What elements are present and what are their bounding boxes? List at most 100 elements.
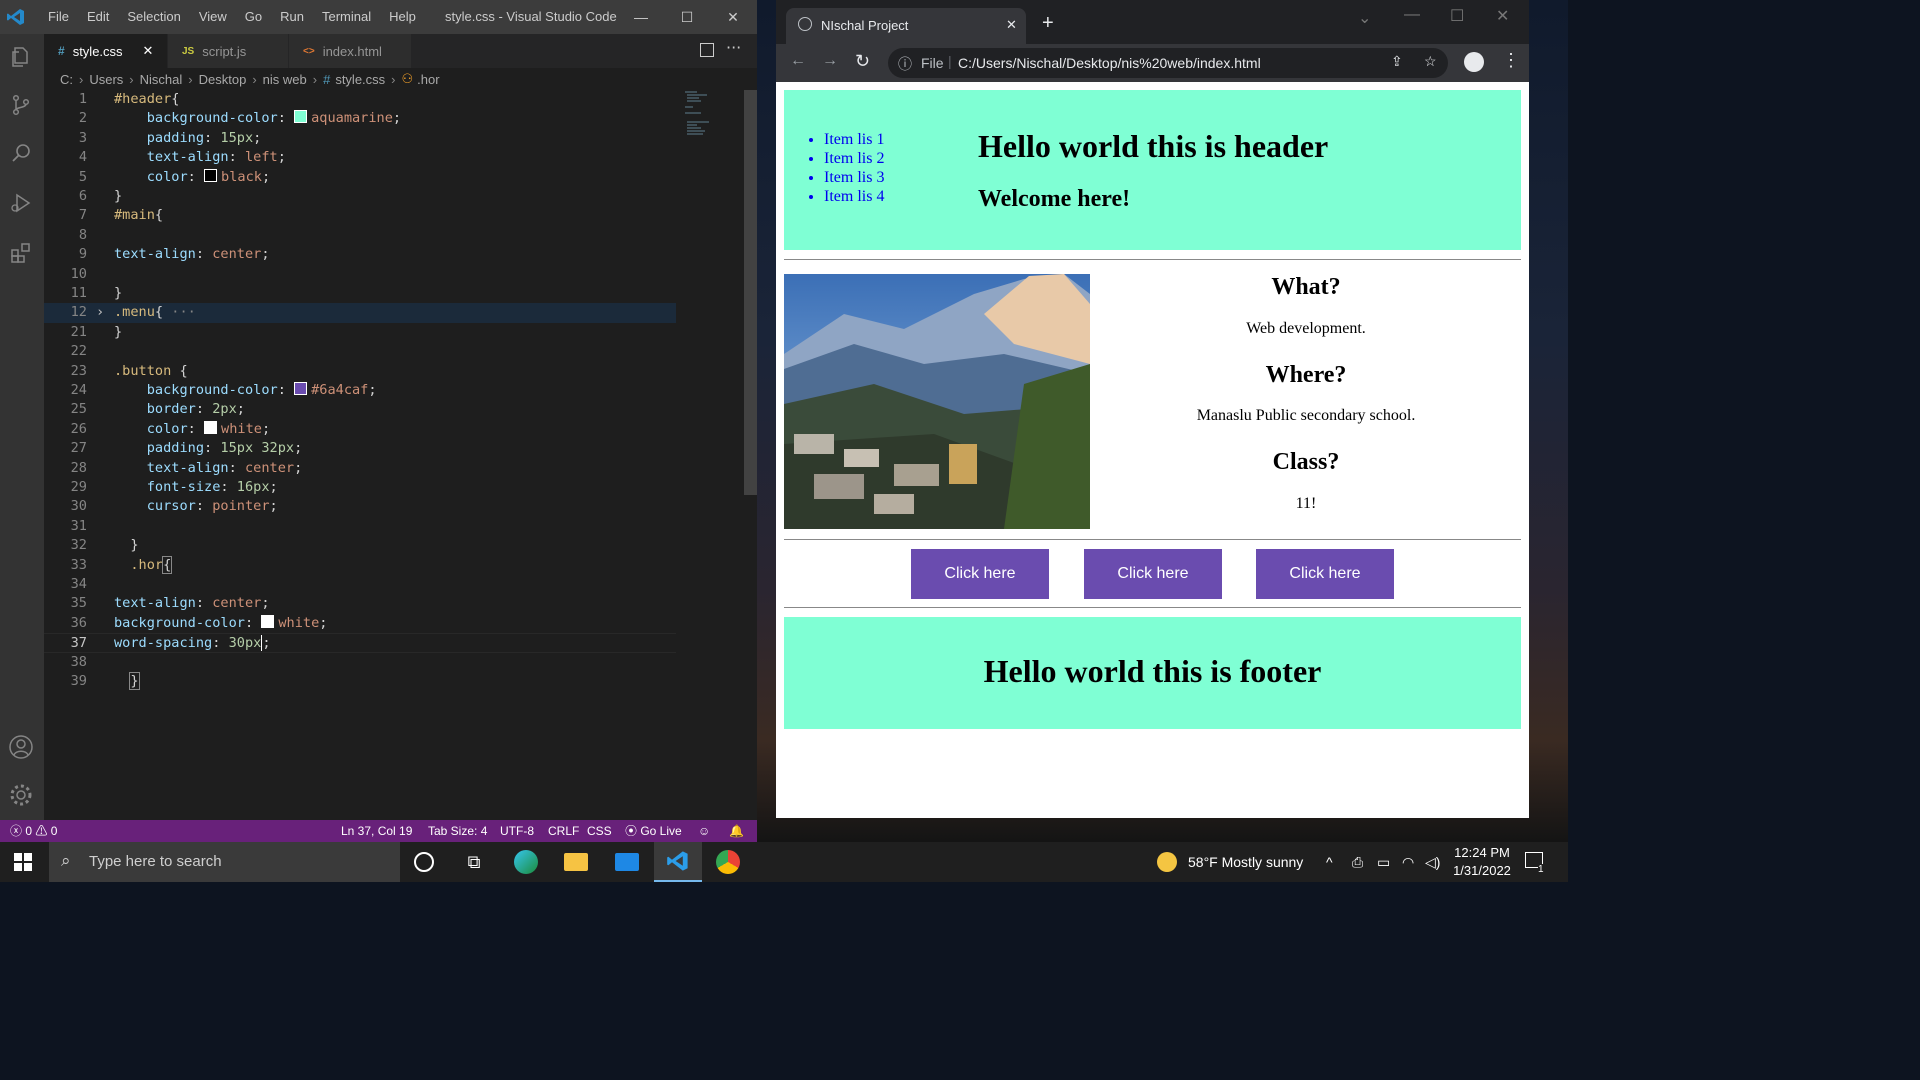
- line-ending[interactable]: CRLF: [548, 820, 579, 842]
- menu-file[interactable]: File: [39, 0, 78, 34]
- click-here-button[interactable]: Click here: [1256, 549, 1394, 599]
- extensions-icon[interactable]: [6, 238, 36, 268]
- reload-icon[interactable]: ↻: [855, 51, 870, 72]
- encoding[interactable]: UTF-8: [500, 820, 534, 842]
- menu-selection[interactable]: Selection: [118, 0, 189, 34]
- language-mode[interactable]: CSS: [587, 820, 612, 842]
- menu-run[interactable]: Run: [271, 0, 313, 34]
- bookmark-star-icon[interactable]: ☆: [1424, 53, 1437, 70]
- click-here-button[interactable]: Click here: [1084, 549, 1222, 599]
- meet-now-icon[interactable]: ⎙: [1352, 842, 1363, 882]
- tab-size[interactable]: Tab Size: 4: [428, 820, 487, 842]
- color-swatch-icon[interactable]: [204, 420, 218, 434]
- menu-go[interactable]: Go: [236, 0, 271, 34]
- line-number: 37: [70, 635, 87, 652]
- color-swatch-icon[interactable]: [204, 168, 218, 182]
- go-live-button[interactable]: ⦿ Go Live: [625, 820, 682, 842]
- share-icon[interactable]: ⇪: [1391, 53, 1403, 70]
- wifi-icon[interactable]: ◠: [1402, 842, 1414, 882]
- line-number: 36: [70, 614, 87, 631]
- line-number: 10: [70, 265, 87, 282]
- edge-icon[interactable]: [502, 842, 550, 882]
- header-subtitle: Welcome here!: [978, 186, 1131, 212]
- line-number: 34: [70, 576, 87, 592]
- clock-date[interactable]: 1/31/2022: [1452, 863, 1512, 878]
- line-number: 1: [78, 91, 87, 107]
- url-text[interactable]: C:/Users/Nischal/Desktop/nis%20web/index…: [958, 55, 1261, 71]
- close-tab-icon[interactable]: ✕: [1006, 17, 1017, 33]
- chrome-menu-icon[interactable]: ⋮: [1502, 50, 1520, 71]
- menu-list-item[interactable]: Item lis 3: [824, 168, 884, 187]
- maximize-icon[interactable]: ☐: [664, 0, 710, 34]
- maximize-icon[interactable]: ☐: [1450, 6, 1464, 26]
- warning-count: 0: [50, 824, 58, 838]
- breadcrumb-item[interactable]: Desktop: [199, 72, 247, 87]
- fold-chevron-icon[interactable]: ›: [96, 303, 104, 322]
- file-explorer-icon[interactable]: [552, 842, 600, 882]
- profile-avatar-icon[interactable]: [1464, 52, 1484, 72]
- minimap[interactable]: [683, 90, 743, 138]
- search-icon[interactable]: [6, 138, 36, 168]
- cortana-icon[interactable]: [400, 842, 448, 882]
- settings-gear-icon[interactable]: [6, 780, 36, 810]
- menu-edit[interactable]: Edit: [78, 0, 118, 34]
- breadcrumb-item[interactable]: .hor: [417, 72, 439, 87]
- breadcrumb-item[interactable]: C:: [60, 72, 73, 87]
- feedback-icon[interactable]: ☺: [698, 820, 710, 842]
- menu-list-item[interactable]: Item lis 1: [824, 130, 884, 149]
- windows-start-icon[interactable]: [14, 853, 32, 871]
- close-window-icon[interactable]: ✕: [1496, 6, 1509, 26]
- volume-icon[interactable]: ◁): [1425, 842, 1440, 882]
- weather-sun-icon: [1157, 852, 1177, 872]
- close-tab-icon[interactable]: ✕: [143, 43, 154, 59]
- close-window-icon[interactable]: ✕: [710, 0, 756, 34]
- breadcrumb-item[interactable]: style.css: [335, 72, 385, 87]
- html-file-icon: <>: [303, 45, 315, 57]
- split-editor-icon[interactable]: [700, 43, 714, 57]
- tab-index-html[interactable]: <> index.html: [289, 34, 412, 68]
- color-swatch-icon[interactable]: [294, 382, 308, 395]
- browser-tab[interactable]: NIschal Project ✕: [786, 8, 1026, 44]
- breadcrumb-item[interactable]: Users: [89, 72, 123, 87]
- run-debug-icon[interactable]: [6, 188, 36, 218]
- code-line: color: black;: [146, 168, 271, 185]
- minimize-icon[interactable]: —: [1404, 6, 1420, 24]
- chrome-taskbar-icon[interactable]: [704, 842, 752, 882]
- color-swatch-icon[interactable]: [261, 614, 275, 628]
- notifications-bell-icon[interactable]: 🔔: [729, 820, 744, 842]
- click-here-button[interactable]: Click here: [911, 549, 1049, 599]
- menu-list-item[interactable]: Item lis 4: [824, 187, 884, 206]
- battery-icon[interactable]: ▭: [1377, 842, 1390, 882]
- cursor-position[interactable]: Ln 37, Col 19: [341, 820, 412, 842]
- menu-terminal[interactable]: Terminal: [313, 0, 380, 34]
- menu-list: Item lis 1 Item lis 2 Item lis 3 Item li…: [824, 130, 884, 206]
- menu-help[interactable]: Help: [380, 0, 425, 34]
- taskbar-search-box[interactable]: ⌕ Type here to search: [49, 842, 400, 882]
- show-hidden-icons-chevron-icon[interactable]: ^: [1326, 842, 1333, 882]
- editor-scrollbar[interactable]: [744, 90, 757, 495]
- menu-view[interactable]: View: [190, 0, 236, 34]
- color-swatch-icon[interactable]: [294, 110, 308, 124]
- source-control-icon[interactable]: [6, 90, 36, 120]
- problems-indicator[interactable]: ⓧ 0 ⚠ 0: [10, 820, 57, 842]
- tab-search-icon[interactable]: ⌄: [1358, 8, 1371, 28]
- mail-icon[interactable]: [603, 842, 651, 882]
- code-editor[interactable]: 1 #header{ 2 background-color: aquamarine…: [44, 90, 744, 820]
- forward-arrow-icon[interactable]: →: [822, 52, 838, 70]
- vscode-taskbar-icon[interactable]: [654, 842, 702, 882]
- breadcrumb-item[interactable]: Nischal: [140, 72, 183, 87]
- back-arrow-icon[interactable]: ←: [790, 52, 806, 70]
- more-actions-icon[interactable]: ···: [726, 38, 741, 57]
- minimize-icon[interactable]: —: [618, 0, 664, 34]
- address-bar[interactable]: ⓘ File | C:/Users/Nischal/Desktop/nis%20…: [888, 48, 1448, 78]
- new-tab-icon[interactable]: +: [1042, 12, 1054, 35]
- task-view-icon[interactable]: ⧉: [450, 842, 498, 882]
- menu-list-item[interactable]: Item lis 2: [824, 149, 884, 168]
- weather-text[interactable]: 58°F Mostly sunny: [1188, 842, 1303, 882]
- tab-style-css[interactable]: # style.css ✕: [44, 34, 168, 68]
- tab-script-js[interactable]: JS script.js: [168, 34, 289, 68]
- account-icon[interactable]: [6, 732, 36, 762]
- breadcrumb-item[interactable]: nis web: [263, 72, 307, 87]
- clock-time[interactable]: 12:24 PM: [1452, 845, 1512, 860]
- explorer-icon[interactable]: [6, 42, 36, 72]
